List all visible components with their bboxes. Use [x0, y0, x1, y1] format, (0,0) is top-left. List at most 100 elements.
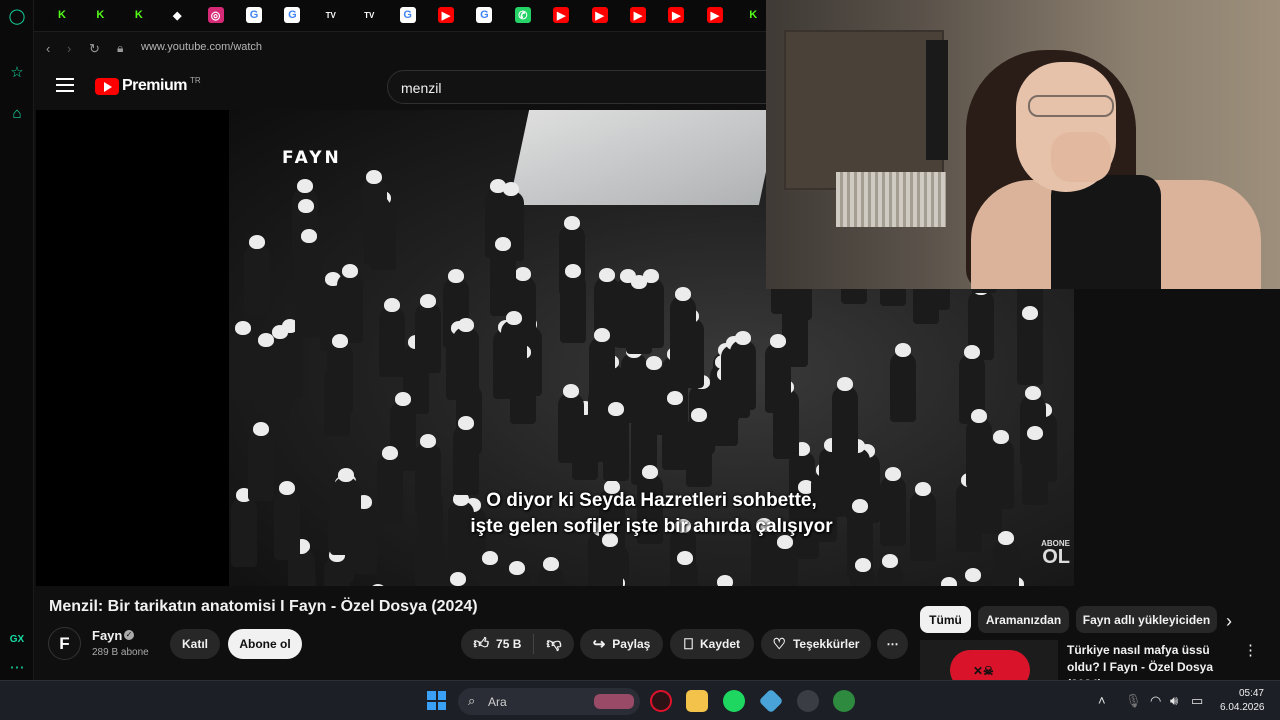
- thanks-button[interactable]: ♡ Teşekkürler: [761, 629, 871, 659]
- channel-avatar[interactable]: F: [48, 627, 81, 660]
- join-button[interactable]: Katıl: [170, 629, 220, 659]
- crowd-cap: [450, 571, 467, 586]
- whatsapp-icon[interactable]: ✆: [514, 7, 531, 23]
- clock-time[interactable]: 05:47: [1234, 688, 1264, 699]
- more-actions-icon[interactable]: ⋯: [877, 629, 908, 659]
- crowd-figure: [685, 417, 712, 488]
- share-button[interactable]: ↪ Paylaş: [580, 629, 663, 659]
- youtube-icon[interactable]: ▶: [630, 7, 646, 23]
- chevron-up-icon[interactable]: ˄: [1098, 693, 1106, 708]
- taskbar-search[interactable]: ⌕ Ara: [458, 688, 640, 715]
- lock-icon: 🔒︎: [117, 41, 124, 55]
- crowd-cap: [331, 333, 348, 348]
- battery-icon[interactable]: ▭: [1191, 693, 1203, 709]
- instagram-icon[interactable]: ◎: [207, 7, 224, 23]
- search-input[interactable]: menzil: [387, 70, 777, 104]
- crowd-figure: [730, 340, 757, 411]
- save-button[interactable]: ⎕ Kaydet: [670, 629, 754, 659]
- crowd-figure: [229, 330, 256, 401]
- search-icon: ⌕: [468, 693, 476, 708]
- recommended-thumbnail[interactable]: ✕☠: [920, 640, 1058, 680]
- kick-icon[interactable]: K: [130, 7, 147, 23]
- wifi-icon[interactable]: ◠: [1150, 693, 1161, 709]
- windows-start-icon[interactable]: [427, 691, 446, 710]
- bookmark-icon: ⎕: [683, 635, 693, 653]
- channel-name[interactable]: Fayn: [92, 628, 122, 643]
- crowd-figure: [326, 342, 353, 413]
- tab-strip: K K K ◆ ◎ G G TV TV G ▶ G ✆ ▶ ▶ ▶ ▶ ▶ K: [34, 0, 766, 31]
- google-icon[interactable]: G: [246, 7, 262, 23]
- crowd-figure: [244, 243, 271, 314]
- youtube-icon[interactable]: ▶: [668, 7, 685, 23]
- subscribe-button[interactable]: Abone ol: [228, 629, 302, 659]
- kodi-icon[interactable]: [758, 688, 784, 714]
- webcam-radiator: [836, 172, 946, 227]
- crowd-cap: [542, 557, 559, 572]
- skull-icon: ✕☠: [973, 664, 994, 678]
- thumbs-up-icon[interactable]: 👍︎: [473, 635, 489, 653]
- google-icon[interactable]: G: [399, 7, 416, 23]
- gx-corner-label[interactable]: GX: [7, 630, 27, 650]
- crowd-cap: [381, 446, 398, 461]
- country-code: TR: [189, 75, 201, 85]
- forward-icon[interactable]: ›: [67, 41, 71, 56]
- tv-icon[interactable]: TV: [322, 7, 339, 23]
- more-vert-icon[interactable]: ⋮: [1243, 641, 1258, 659]
- url-field[interactable]: www.youtube.com/watch: [141, 41, 262, 53]
- youtube-icon[interactable]: ▶: [438, 7, 454, 23]
- crowd-cap: [836, 376, 853, 391]
- opera-logo-icon[interactable]: ◯: [7, 7, 27, 27]
- clock-date[interactable]: 6.04.2026: [1220, 702, 1265, 713]
- crowd-cap: [234, 321, 251, 336]
- crowd-figure: [360, 179, 387, 250]
- thanks-heart-icon: ♡: [772, 636, 786, 653]
- file-explorer-icon[interactable]: [686, 690, 708, 712]
- kick-icon[interactable]: K: [745, 7, 762, 23]
- like-count[interactable]: 75 B: [496, 637, 521, 651]
- more-options-icon[interactable]: ⋯: [7, 658, 27, 678]
- xbox-icon[interactable]: [833, 690, 855, 712]
- tv-icon[interactable]: TV: [361, 7, 378, 23]
- search-value: menzil: [401, 80, 442, 96]
- youtube-icon[interactable]: ▶: [706, 7, 723, 23]
- crowd-figure: [669, 296, 696, 367]
- spotify-icon[interactable]: [723, 690, 745, 712]
- youtube-play-icon: [95, 77, 119, 95]
- crowd-cap: [341, 264, 358, 279]
- kick-icon[interactable]: K: [92, 7, 109, 23]
- google-icon[interactable]: G: [476, 7, 493, 23]
- thanks-label: Teşekkürler: [792, 637, 860, 651]
- obs-icon[interactable]: [797, 690, 819, 712]
- crowd-cap: [495, 236, 512, 251]
- crowd-cap: [505, 310, 522, 325]
- youtube-premium-logo[interactable]: Premium TR: [95, 75, 201, 95]
- crowd-figure: [602, 411, 629, 482]
- youtube-icon[interactable]: ▶: [591, 7, 608, 23]
- chip-from-uploader[interactable]: Fayn adlı yükleyiciden: [1076, 606, 1217, 633]
- crowd-cap: [503, 181, 520, 196]
- hamburger-menu-icon[interactable]: [56, 78, 74, 92]
- verified-check-icon: ✓: [124, 630, 134, 640]
- crowd-figure: [765, 343, 792, 414]
- diamond-icon[interactable]: ◆: [169, 7, 186, 23]
- google-icon[interactable]: G: [284, 7, 301, 23]
- logo-text: Premium: [122, 77, 187, 94]
- star-icon[interactable]: ☆: [7, 63, 27, 83]
- like-dislike-group[interactable]: 👍︎ 75 B 👎︎: [461, 629, 574, 659]
- opera-gx-app-icon[interactable]: [650, 690, 672, 712]
- microphone-icon[interactable]: 🎙︎: [1125, 693, 1142, 709]
- back-icon[interactable]: ‹: [46, 41, 50, 56]
- thumbs-down-icon[interactable]: 👎︎: [546, 635, 561, 653]
- crowd-cap: [666, 391, 683, 406]
- subscribe-watermark: ABONE OL: [1041, 539, 1070, 567]
- reload-icon[interactable]: ↻: [89, 41, 100, 57]
- youtube-icon[interactable]: ▶: [553, 7, 570, 23]
- gx-control-icon[interactable]: ⌂: [7, 104, 27, 124]
- webcam-overlay: [766, 0, 1280, 289]
- chip-all[interactable]: Tümü: [920, 606, 971, 633]
- kick-icon[interactable]: K: [54, 7, 70, 23]
- chip-from-search[interactable]: Aramanızdan: [978, 606, 1069, 633]
- crowd-figure: [831, 385, 858, 456]
- volume-icon[interactable]: 🔊︎: [1170, 693, 1178, 709]
- chevron-right-icon[interactable]: ›: [1226, 611, 1232, 632]
